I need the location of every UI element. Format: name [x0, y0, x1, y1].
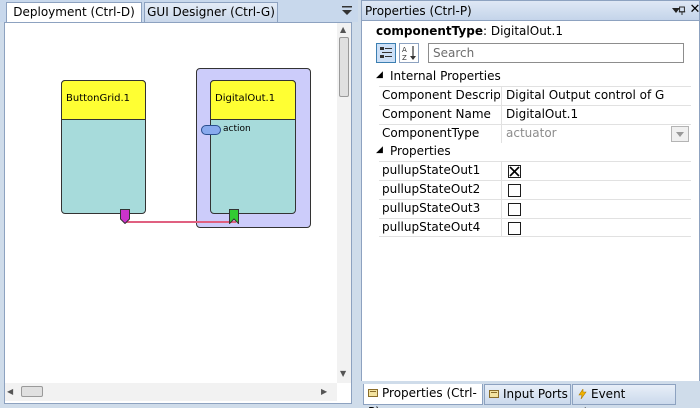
property-value[interactable]: Digital Output control of GPIO-CIM	[506, 88, 664, 102]
document-tabstrip: Deployment (Ctrl-D) GUI Designer (Ctrl-G…	[0, 0, 358, 22]
column-divider	[501, 181, 502, 199]
tab-list-dropdown-icon[interactable]	[341, 4, 353, 18]
event-channel-connection[interactable]	[7, 25, 337, 383]
category-label: Internal Properties	[390, 69, 501, 83]
properties-pane: Properties (Ctrl-P) ✕ componentType: Dig…	[361, 0, 700, 408]
property-row-pullupstateout1[interactable]: pullupStateOut1	[379, 161, 691, 180]
component-type-value: DigitalOut.1	[490, 24, 563, 38]
property-row-pullupstateout4[interactable]: pullupStateOut4	[379, 218, 691, 237]
component-type-key: componentType	[376, 24, 483, 38]
event-listener-port[interactable]	[229, 209, 239, 224]
property-name: pullupStateOut2	[382, 182, 481, 196]
property-name: Component Name	[382, 107, 491, 121]
property-grid: componentType: DigitalOut.1 A Z ◢	[361, 21, 700, 381]
property-value[interactable]: DigitalOut.1	[506, 107, 664, 121]
input-ports-icon	[489, 390, 499, 398]
close-icon[interactable]: ✕	[689, 3, 700, 16]
properties-panel-titlebar: Properties (Ctrl-P) ✕	[361, 0, 700, 21]
checkmark-x-icon	[509, 166, 520, 177]
property-row-component-name[interactable]: Component Name DigitalOut.1	[379, 105, 691, 124]
scroll-up-arrow-icon[interactable]: ▲	[340, 25, 346, 34]
property-row-component-type[interactable]: ComponentType actuator	[379, 124, 691, 143]
column-divider	[501, 125, 502, 143]
scroll-left-arrow-icon[interactable]: ◀	[7, 387, 13, 396]
category-internal-properties[interactable]: ◢ Internal Properties	[362, 68, 699, 86]
deployment-canvas[interactable]: ButtonGrid.1 DigitalOut.1 action	[7, 25, 337, 383]
pullupstateout1-checkbox[interactable]	[508, 165, 521, 178]
scroll-down-arrow-icon[interactable]: ▼	[340, 369, 346, 378]
vertical-scroll-thumb[interactable]	[339, 37, 349, 97]
alphabetical-sort-button[interactable]: A Z	[399, 43, 419, 63]
category-label: Properties	[390, 144, 451, 158]
tab-properties-label: Properties (Ctrl-P)	[368, 386, 477, 408]
pullupstateout2-checkbox[interactable]	[508, 184, 521, 197]
column-divider	[501, 219, 502, 237]
svg-text:A: A	[402, 46, 407, 54]
property-name: ComponentType	[382, 126, 480, 140]
tab-event-listener[interactable]: Event Listener	[572, 384, 676, 408]
component-type-dropdown-button[interactable]	[671, 126, 689, 142]
category-properties[interactable]: ◢ Properties	[362, 143, 699, 161]
column-divider	[501, 200, 502, 218]
scroll-right-arrow-icon[interactable]: ▶	[321, 387, 327, 396]
pin-icon[interactable]	[678, 5, 686, 17]
event-trigger-port[interactable]	[120, 209, 130, 224]
tab-input-ports-label: Input Ports	[503, 387, 568, 401]
tab-input-ports[interactable]: Input Ports	[484, 384, 571, 405]
selected-component-type: componentType: DigitalOut.1	[376, 24, 563, 38]
property-name: pullupStateOut4	[382, 220, 481, 234]
property-row-pullupstateout3[interactable]: pullupStateOut3	[379, 199, 691, 218]
categorized-view-button[interactable]	[376, 43, 396, 63]
deployment-pane: Deployment (Ctrl-D) GUI Designer (Ctrl-G…	[0, 0, 358, 408]
sort-az-icon: A Z	[402, 46, 416, 62]
property-name: Component Descriptic	[382, 88, 500, 102]
categorized-list-icon	[380, 47, 392, 58]
lightning-bolt-icon	[578, 389, 587, 399]
column-divider	[501, 87, 502, 105]
tab-deployment[interactable]: Deployment (Ctrl-D)	[6, 2, 142, 22]
pullupstateout4-checkbox[interactable]	[508, 222, 521, 235]
property-row-component-description[interactable]: Component Descriptic Digital Output cont…	[379, 86, 691, 105]
deployment-canvas-frame: ButtonGrid.1 DigitalOut.1 action ▲ ▼ ◀ ▶	[4, 22, 352, 404]
properties-icon	[368, 389, 378, 397]
properties-bottom-tabstrip: Properties (Ctrl-P) Input Ports Event Li…	[361, 381, 700, 408]
tab-gui-designer[interactable]: GUI Designer (Ctrl-G)	[144, 2, 278, 22]
collapse-arrow-icon[interactable]: ◢	[376, 70, 383, 80]
chevron-down-icon	[676, 132, 684, 137]
collapse-arrow-icon[interactable]: ◢	[376, 145, 383, 155]
property-row-pullupstateout2[interactable]: pullupStateOut2	[379, 180, 691, 199]
property-value: actuator	[506, 126, 557, 140]
svg-text:Z: Z	[402, 54, 407, 62]
canvas-vertical-scrollbar[interactable]: ▲ ▼	[337, 23, 351, 383]
property-name: pullupStateOut3	[382, 201, 481, 215]
tab-properties[interactable]: Properties (Ctrl-P)	[363, 384, 483, 408]
column-divider	[501, 162, 502, 180]
properties-panel-title: Properties (Ctrl-P)	[365, 4, 472, 18]
horizontal-scroll-thumb[interactable]	[21, 386, 43, 397]
canvas-horizontal-scrollbar[interactable]: ◀ ▶	[5, 383, 337, 401]
property-search-input[interactable]	[428, 43, 684, 63]
column-divider	[501, 106, 502, 124]
pullupstateout3-checkbox[interactable]	[508, 203, 521, 216]
property-name: pullupStateOut1	[382, 163, 481, 177]
